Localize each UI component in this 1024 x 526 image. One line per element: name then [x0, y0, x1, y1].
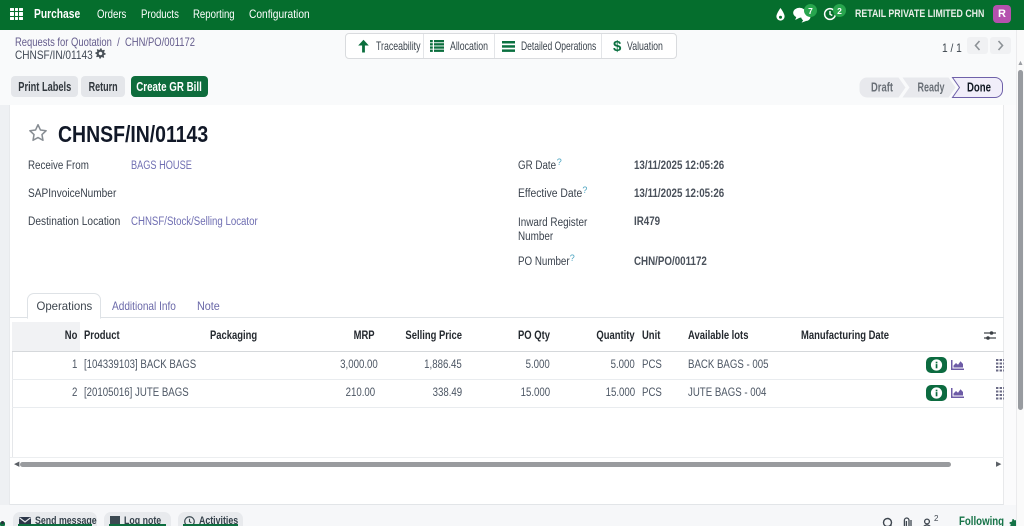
svg-text:Ready: Ready — [918, 81, 945, 95]
svg-text:Done: Done — [967, 81, 991, 95]
svg-text:Draft: Draft — [871, 81, 894, 95]
